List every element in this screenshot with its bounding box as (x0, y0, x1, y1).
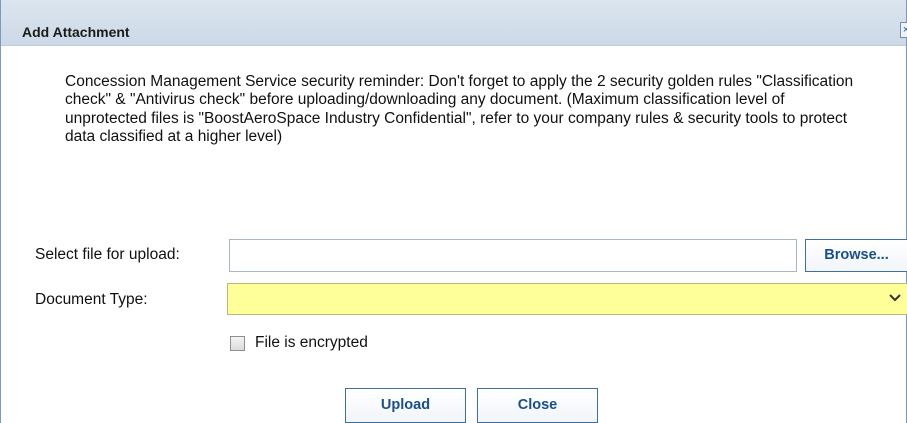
file-path-input[interactable] (229, 239, 797, 272)
encrypted-label: File is encrypted (255, 334, 368, 351)
dialog-title: Add Attachment (22, 24, 130, 40)
security-reminder-text: Concession Management Service security r… (65, 73, 854, 146)
add-attachment-dialog: Add Attachment × Concession Management S… (0, 0, 907, 423)
chevron-down-icon[interactable] (883, 284, 907, 314)
file-upload-label: Select file for upload: (35, 246, 180, 263)
close-button[interactable]: Close (477, 388, 598, 423)
document-type-label: Document Type: (35, 291, 148, 308)
encrypted-checkbox[interactable] (230, 336, 245, 351)
browse-button[interactable]: Browse... (805, 239, 907, 272)
document-type-select[interactable] (227, 283, 907, 315)
close-icon[interactable]: × (900, 22, 907, 38)
upload-button[interactable]: Upload (345, 388, 466, 423)
dialog-titlebar: Add Attachment × (1, 0, 907, 46)
